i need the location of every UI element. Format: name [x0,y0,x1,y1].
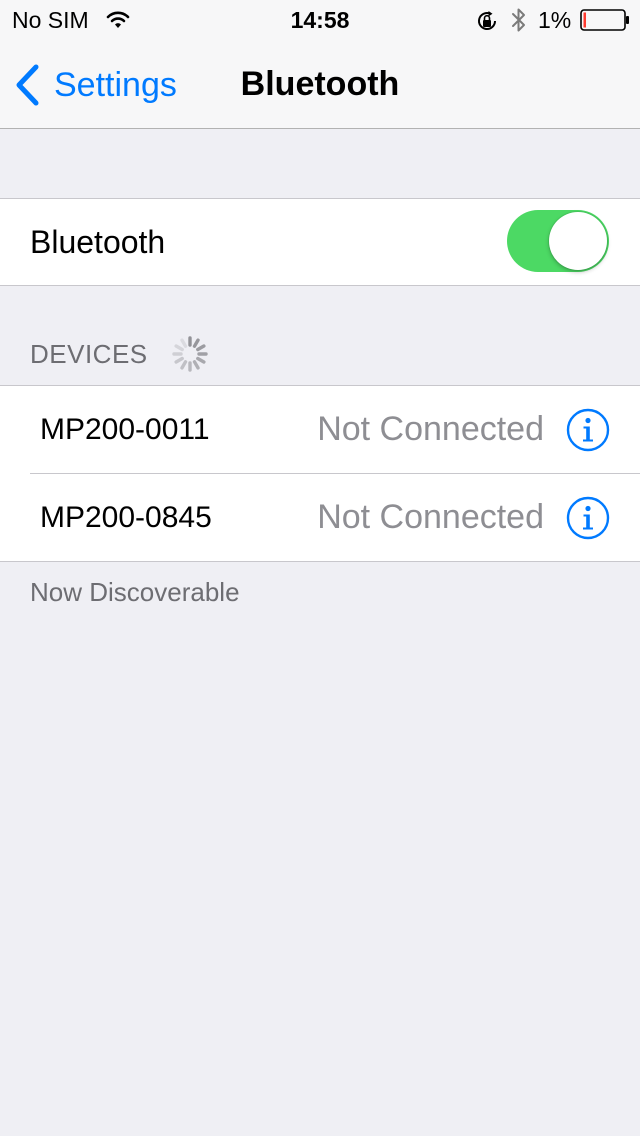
battery-icon [580,9,629,31]
bluetooth-toggle-row: Bluetooth [0,198,640,286]
device-status: Not Connected [317,410,544,448]
rotation-lock-icon [478,11,496,30]
bluetooth-icon [512,8,525,32]
battery-percent: 1% [538,7,572,33]
toggle-knob [549,212,607,270]
discoverable-note: Now Discoverable [30,577,240,607]
device-name: MP200-0845 [40,501,212,534]
bluetooth-toggle[interactable] [507,210,609,272]
device-name: MP200-0011 [40,413,210,446]
devices-list: MP200-0011 Not Connected MP200-0845 Not … [0,385,640,562]
devices-header: DEVICES [30,339,148,369]
bluetooth-label: Bluetooth [30,224,166,260]
devices-section-header: DEVICES [30,336,210,372]
top-bar: No SIM 14:58 1% Settings Bluetooth [0,0,640,129]
device-status: Not Connected [317,498,544,536]
page-title: Bluetooth [0,62,640,106]
info-icon[interactable] [566,408,610,452]
info-icon[interactable] [566,496,610,540]
status-bar: No SIM 14:58 1% [0,0,640,40]
device-row[interactable]: MP200-0845 Not Connected [0,474,640,561]
activity-spinner-icon [171,336,208,372]
page-title-text: Bluetooth [240,65,400,103]
device-row[interactable]: MP200-0011 Not Connected [0,386,640,474]
